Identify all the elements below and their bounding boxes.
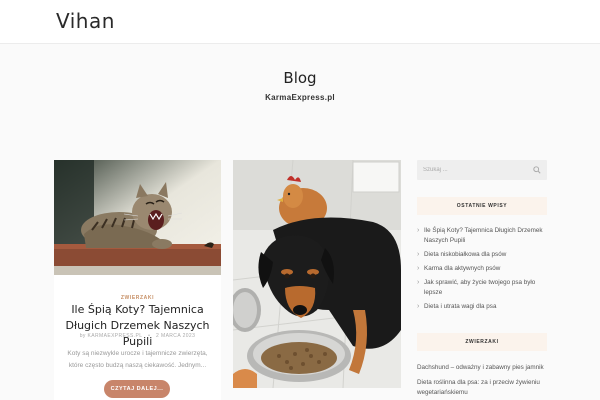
page-subtitle: KarmaExpress.pl — [265, 93, 335, 102]
category-posts-list: Dachshund – odważny i zabawny pies jamni… — [417, 363, 547, 400]
search-box[interactable] — [417, 160, 547, 180]
post-title[interactable]: Ile Śpią Koty? Tajemnica Długich Drzemek… — [56, 302, 219, 350]
post-thumbnail-dog[interactable] — [233, 160, 401, 388]
recent-post-link[interactable]: Dieta i utrata wagi dla psa — [417, 302, 547, 312]
site-header: Vihan — [0, 0, 600, 44]
recent-post-link[interactable]: Dieta niskobiałkowa dla psów — [417, 250, 547, 260]
post-date: 2 MARCA 2023 — [156, 333, 196, 339]
page-hero: Blog KarmaExpress.pl — [0, 44, 600, 156]
recent-posts-list: Ile Śpią Koty? Tajemnica Długich Drzemek… — [417, 226, 547, 316]
post-excerpt: Koty są niezwykle urocze i tajemnicze zw… — [67, 350, 208, 369]
search-input[interactable] — [423, 160, 523, 180]
read-more-button[interactable]: CZYTAJ DALEJ... — [104, 380, 170, 398]
category-widget-title: ZWIERZAKI — [417, 333, 547, 351]
meta-separator: • — [148, 333, 151, 339]
category-post-link[interactable]: Dachshund – odważny i zabawny pies jamni… — [417, 363, 547, 373]
recent-posts-title: OSTATNIE WPISY — [417, 197, 547, 215]
category-post-link[interactable]: Dieta roślinna dla psa: za i przeciw żyw… — [417, 378, 547, 398]
post-thumbnail-cat[interactable] — [54, 160, 221, 275]
post-card: ZWIERZAKI Ile Śpią Koty? Tajemnica Długi… — [54, 160, 221, 400]
post-meta: by KARMAEXPRESS.PL • 2 MARCA 2023 — [54, 333, 221, 339]
page-title: Blog — [283, 69, 317, 87]
post-author[interactable]: by KARMAEXPRESS.PL — [80, 333, 143, 339]
search-icon[interactable] — [533, 166, 541, 174]
site-logo[interactable]: Vihan — [56, 9, 115, 33]
main-content: ZWIERZAKI Ile Śpią Koty? Tajemnica Długi… — [0, 156, 600, 400]
recent-post-link[interactable]: Jak sprawić, aby życie twojego psa było … — [417, 278, 547, 298]
recent-post-link[interactable]: Ile Śpią Koty? Tajemnica Długich Drzemek… — [417, 226, 547, 246]
recent-post-link[interactable]: Karma dla aktywnych psów — [417, 264, 547, 274]
post-category[interactable]: ZWIERZAKI — [54, 295, 221, 301]
